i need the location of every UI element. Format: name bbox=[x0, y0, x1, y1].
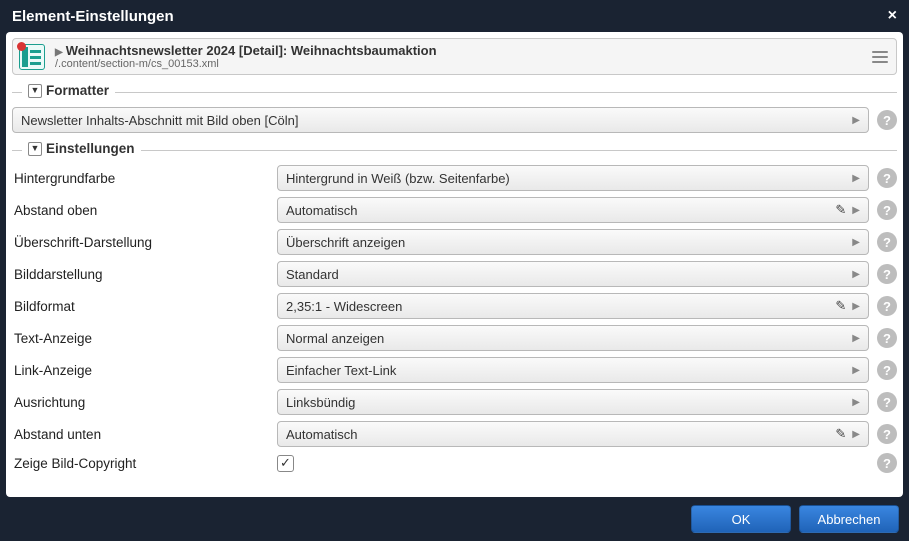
settings-value: Linksbündig bbox=[286, 395, 852, 410]
settings-row: Überschrift-DarstellungÜberschrift anzei… bbox=[12, 229, 897, 255]
cancel-button[interactable]: Abbrechen bbox=[799, 505, 899, 533]
dialog-footer: OK Abbrechen bbox=[0, 497, 909, 541]
dialog-title: Element-Einstellungen bbox=[12, 8, 174, 25]
resource-title: ▶Weihnachtsnewsletter 2024 [Detail]: Wei… bbox=[55, 43, 870, 58]
dialog-content: ▶Weihnachtsnewsletter 2024 [Detail]: Wei… bbox=[6, 32, 903, 497]
settings-select[interactable]: 2,35:1 - Widescreen✎ ▶ bbox=[277, 293, 869, 319]
pencil-icon[interactable]: ✎ bbox=[835, 202, 846, 218]
settings-row: Text-AnzeigeNormal anzeigen▶? bbox=[12, 325, 897, 351]
help-icon[interactable]: ? bbox=[877, 392, 897, 412]
pencil-icon[interactable]: ✎ bbox=[835, 298, 846, 314]
settings-value: Überschrift anzeigen bbox=[286, 235, 852, 250]
chevron-right-icon: ▶ bbox=[852, 115, 860, 126]
chevron-right-icon: ▶ bbox=[852, 173, 860, 184]
settings-value: Standard bbox=[286, 267, 852, 282]
resource-header: ▶Weihnachtsnewsletter 2024 [Detail]: Wei… bbox=[12, 38, 897, 75]
menu-icon[interactable] bbox=[870, 49, 890, 65]
settings-row: Abstand unten Automatisch✎ ▶? bbox=[12, 421, 897, 447]
section-header-settings: ▼ Einstellungen bbox=[12, 141, 897, 159]
pencil-icon[interactable]: ✎ bbox=[835, 426, 846, 442]
settings-label: Abstand unten bbox=[12, 427, 277, 442]
chevron-right-icon: ▶ bbox=[852, 301, 860, 312]
help-icon[interactable]: ? bbox=[877, 296, 897, 316]
settings-label: Abstand oben bbox=[12, 203, 277, 218]
settings-value: Automatisch bbox=[286, 427, 835, 442]
help-icon[interactable]: ? bbox=[877, 328, 897, 348]
settings-label: Ausrichtung bbox=[12, 395, 277, 410]
settings-label: Überschrift-Darstellung bbox=[12, 235, 277, 250]
copyright-row: Zeige Bild-Copyright ✓ ? bbox=[12, 453, 897, 473]
copyright-checkbox[interactable]: ✓ bbox=[277, 455, 294, 472]
section-header-formatter: ▼ Formatter bbox=[12, 83, 897, 101]
section-title-formatter: Formatter bbox=[46, 83, 109, 98]
settings-select[interactable]: Hintergrund in Weiß (bzw. Seitenfarbe)▶ bbox=[277, 165, 869, 191]
settings-select[interactable]: Überschrift anzeigen▶ bbox=[277, 229, 869, 255]
chevron-right-icon: ▶ bbox=[55, 47, 63, 58]
settings-row: BilddarstellungStandard▶? bbox=[12, 261, 897, 287]
chevron-right-icon: ▶ bbox=[852, 205, 860, 216]
settings-row: Abstand oben Automatisch✎ ▶? bbox=[12, 197, 897, 223]
settings-select[interactable]: Standard▶ bbox=[277, 261, 869, 287]
help-icon[interactable]: ? bbox=[877, 232, 897, 252]
formatter-row: Newsletter Inhalts-Abschnitt mit Bild ob… bbox=[12, 107, 897, 133]
settings-row: HintergrundfarbeHintergrund in Weiß (bzw… bbox=[12, 165, 897, 191]
collapse-toggle-icon[interactable]: ▼ bbox=[28, 142, 42, 156]
help-icon[interactable]: ? bbox=[877, 110, 897, 130]
chevron-right-icon: ▶ bbox=[852, 237, 860, 248]
collapse-toggle-icon[interactable]: ▼ bbox=[28, 84, 42, 98]
dialog: Element-Einstellungen × ▶Weihnachtsnewsl… bbox=[0, 0, 909, 541]
close-icon[interactable]: × bbox=[888, 7, 897, 25]
settings-select[interactable]: Automatisch✎ ▶ bbox=[277, 197, 869, 223]
settings-select[interactable]: Linksbündig▶ bbox=[277, 389, 869, 415]
formatter-value: Newsletter Inhalts-Abschnitt mit Bild ob… bbox=[21, 113, 852, 128]
help-icon[interactable]: ? bbox=[877, 453, 897, 473]
resource-path: /.content/section-m/cs_00153.xml bbox=[55, 58, 870, 70]
formatter-select[interactable]: Newsletter Inhalts-Abschnitt mit Bild ob… bbox=[12, 107, 869, 133]
settings-label: Link-Anzeige bbox=[12, 363, 277, 378]
settings-value: Hintergrund in Weiß (bzw. Seitenfarbe) bbox=[286, 171, 852, 186]
section-title-settings: Einstellungen bbox=[46, 141, 135, 156]
chevron-right-icon: ▶ bbox=[852, 365, 860, 376]
settings-label: Text-Anzeige bbox=[12, 331, 277, 346]
chevron-right-icon: ▶ bbox=[852, 429, 860, 440]
settings-value: Automatisch bbox=[286, 203, 835, 218]
ok-button[interactable]: OK bbox=[691, 505, 791, 533]
help-icon[interactable]: ? bbox=[877, 168, 897, 188]
settings-label: Hintergrundfarbe bbox=[12, 171, 277, 186]
settings-label: Bilddarstellung bbox=[12, 267, 277, 282]
help-icon[interactable]: ? bbox=[877, 200, 897, 220]
help-icon[interactable]: ? bbox=[877, 360, 897, 380]
settings-value: Einfacher Text-Link bbox=[286, 363, 852, 378]
settings-row: Link-AnzeigeEinfacher Text-Link▶? bbox=[12, 357, 897, 383]
copyright-label: Zeige Bild-Copyright bbox=[12, 456, 277, 471]
chevron-right-icon: ▶ bbox=[852, 397, 860, 408]
help-icon[interactable]: ? bbox=[877, 424, 897, 444]
settings-select[interactable]: Normal anzeigen▶ bbox=[277, 325, 869, 351]
chevron-right-icon: ▶ bbox=[852, 333, 860, 344]
chevron-right-icon: ▶ bbox=[852, 269, 860, 280]
dialog-titlebar: Element-Einstellungen × bbox=[0, 0, 909, 32]
settings-value: 2,35:1 - Widescreen bbox=[286, 299, 835, 314]
settings-value: Normal anzeigen bbox=[286, 331, 852, 346]
settings-select[interactable]: Einfacher Text-Link▶ bbox=[277, 357, 869, 383]
settings-row: Bildformat 2,35:1 - Widescreen✎ ▶? bbox=[12, 293, 897, 319]
settings-row: AusrichtungLinksbündig▶? bbox=[12, 389, 897, 415]
resource-type-icon bbox=[19, 44, 45, 70]
settings-fields-container: HintergrundfarbeHintergrund in Weiß (bzw… bbox=[12, 165, 897, 447]
settings-select[interactable]: Automatisch✎ ▶ bbox=[277, 421, 869, 447]
settings-label: Bildformat bbox=[12, 299, 277, 314]
modified-indicator-icon bbox=[17, 42, 26, 51]
help-icon[interactable]: ? bbox=[877, 264, 897, 284]
